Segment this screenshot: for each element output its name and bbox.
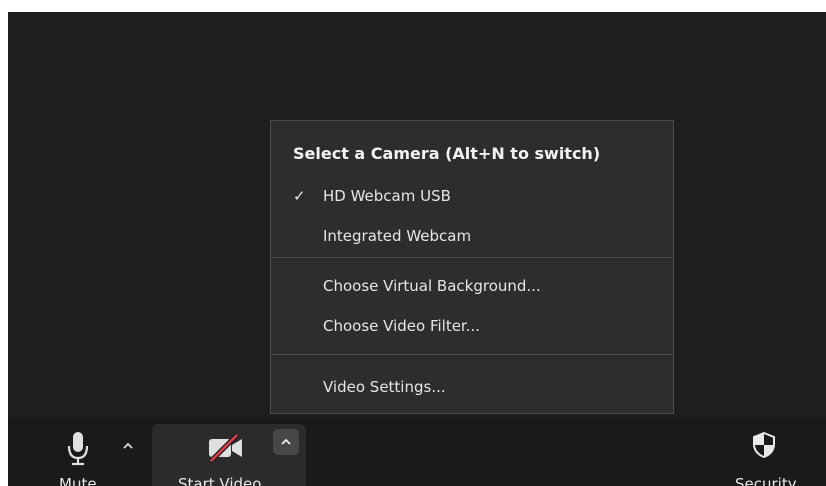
menu-header: Select a Camera (Alt+N to switch): [293, 144, 601, 163]
menu-item-label: Choose Video Filter...: [323, 317, 481, 335]
meeting-toolbar: Mute Start Video Security: [8, 418, 826, 486]
security-label: Security: [735, 475, 797, 486]
shield-icon: [753, 432, 775, 458]
menu-item-label: Video Settings...: [323, 378, 446, 396]
mute-label: Mute: [59, 475, 97, 486]
menu-divider: [271, 257, 673, 258]
video-off-icon: [209, 433, 242, 463]
menu-item-label: HD Webcam USB: [323, 187, 451, 205]
menu-item-label: Integrated Webcam: [323, 227, 472, 245]
microphone-icon: [67, 432, 89, 466]
menu-divider: [271, 354, 673, 355]
chevron-up-icon[interactable]: [120, 438, 136, 454]
meeting-video-area: Select a Camera (Alt+N to switch) ✓ HD W…: [8, 12, 826, 486]
menu-item-hd-webcam-usb[interactable]: ✓ HD Webcam USB: [271, 178, 673, 214]
chevron-up-icon: [281, 438, 291, 445]
menu-item-integrated-webcam[interactable]: Integrated Webcam: [271, 218, 673, 254]
menu-item-video-filter[interactable]: Choose Video Filter...: [271, 308, 673, 344]
menu-item-video-settings[interactable]: Video Settings...: [271, 369, 673, 405]
checkmark-icon: ✓: [293, 187, 306, 205]
video-options-button[interactable]: [273, 429, 299, 455]
start-video-label: Start Video: [178, 475, 262, 486]
menu-item-virtual-background[interactable]: Choose Virtual Background...: [271, 268, 673, 304]
menu-item-label: Choose Virtual Background...: [323, 277, 541, 295]
camera-select-menu: Select a Camera (Alt+N to switch) ✓ HD W…: [270, 120, 674, 414]
